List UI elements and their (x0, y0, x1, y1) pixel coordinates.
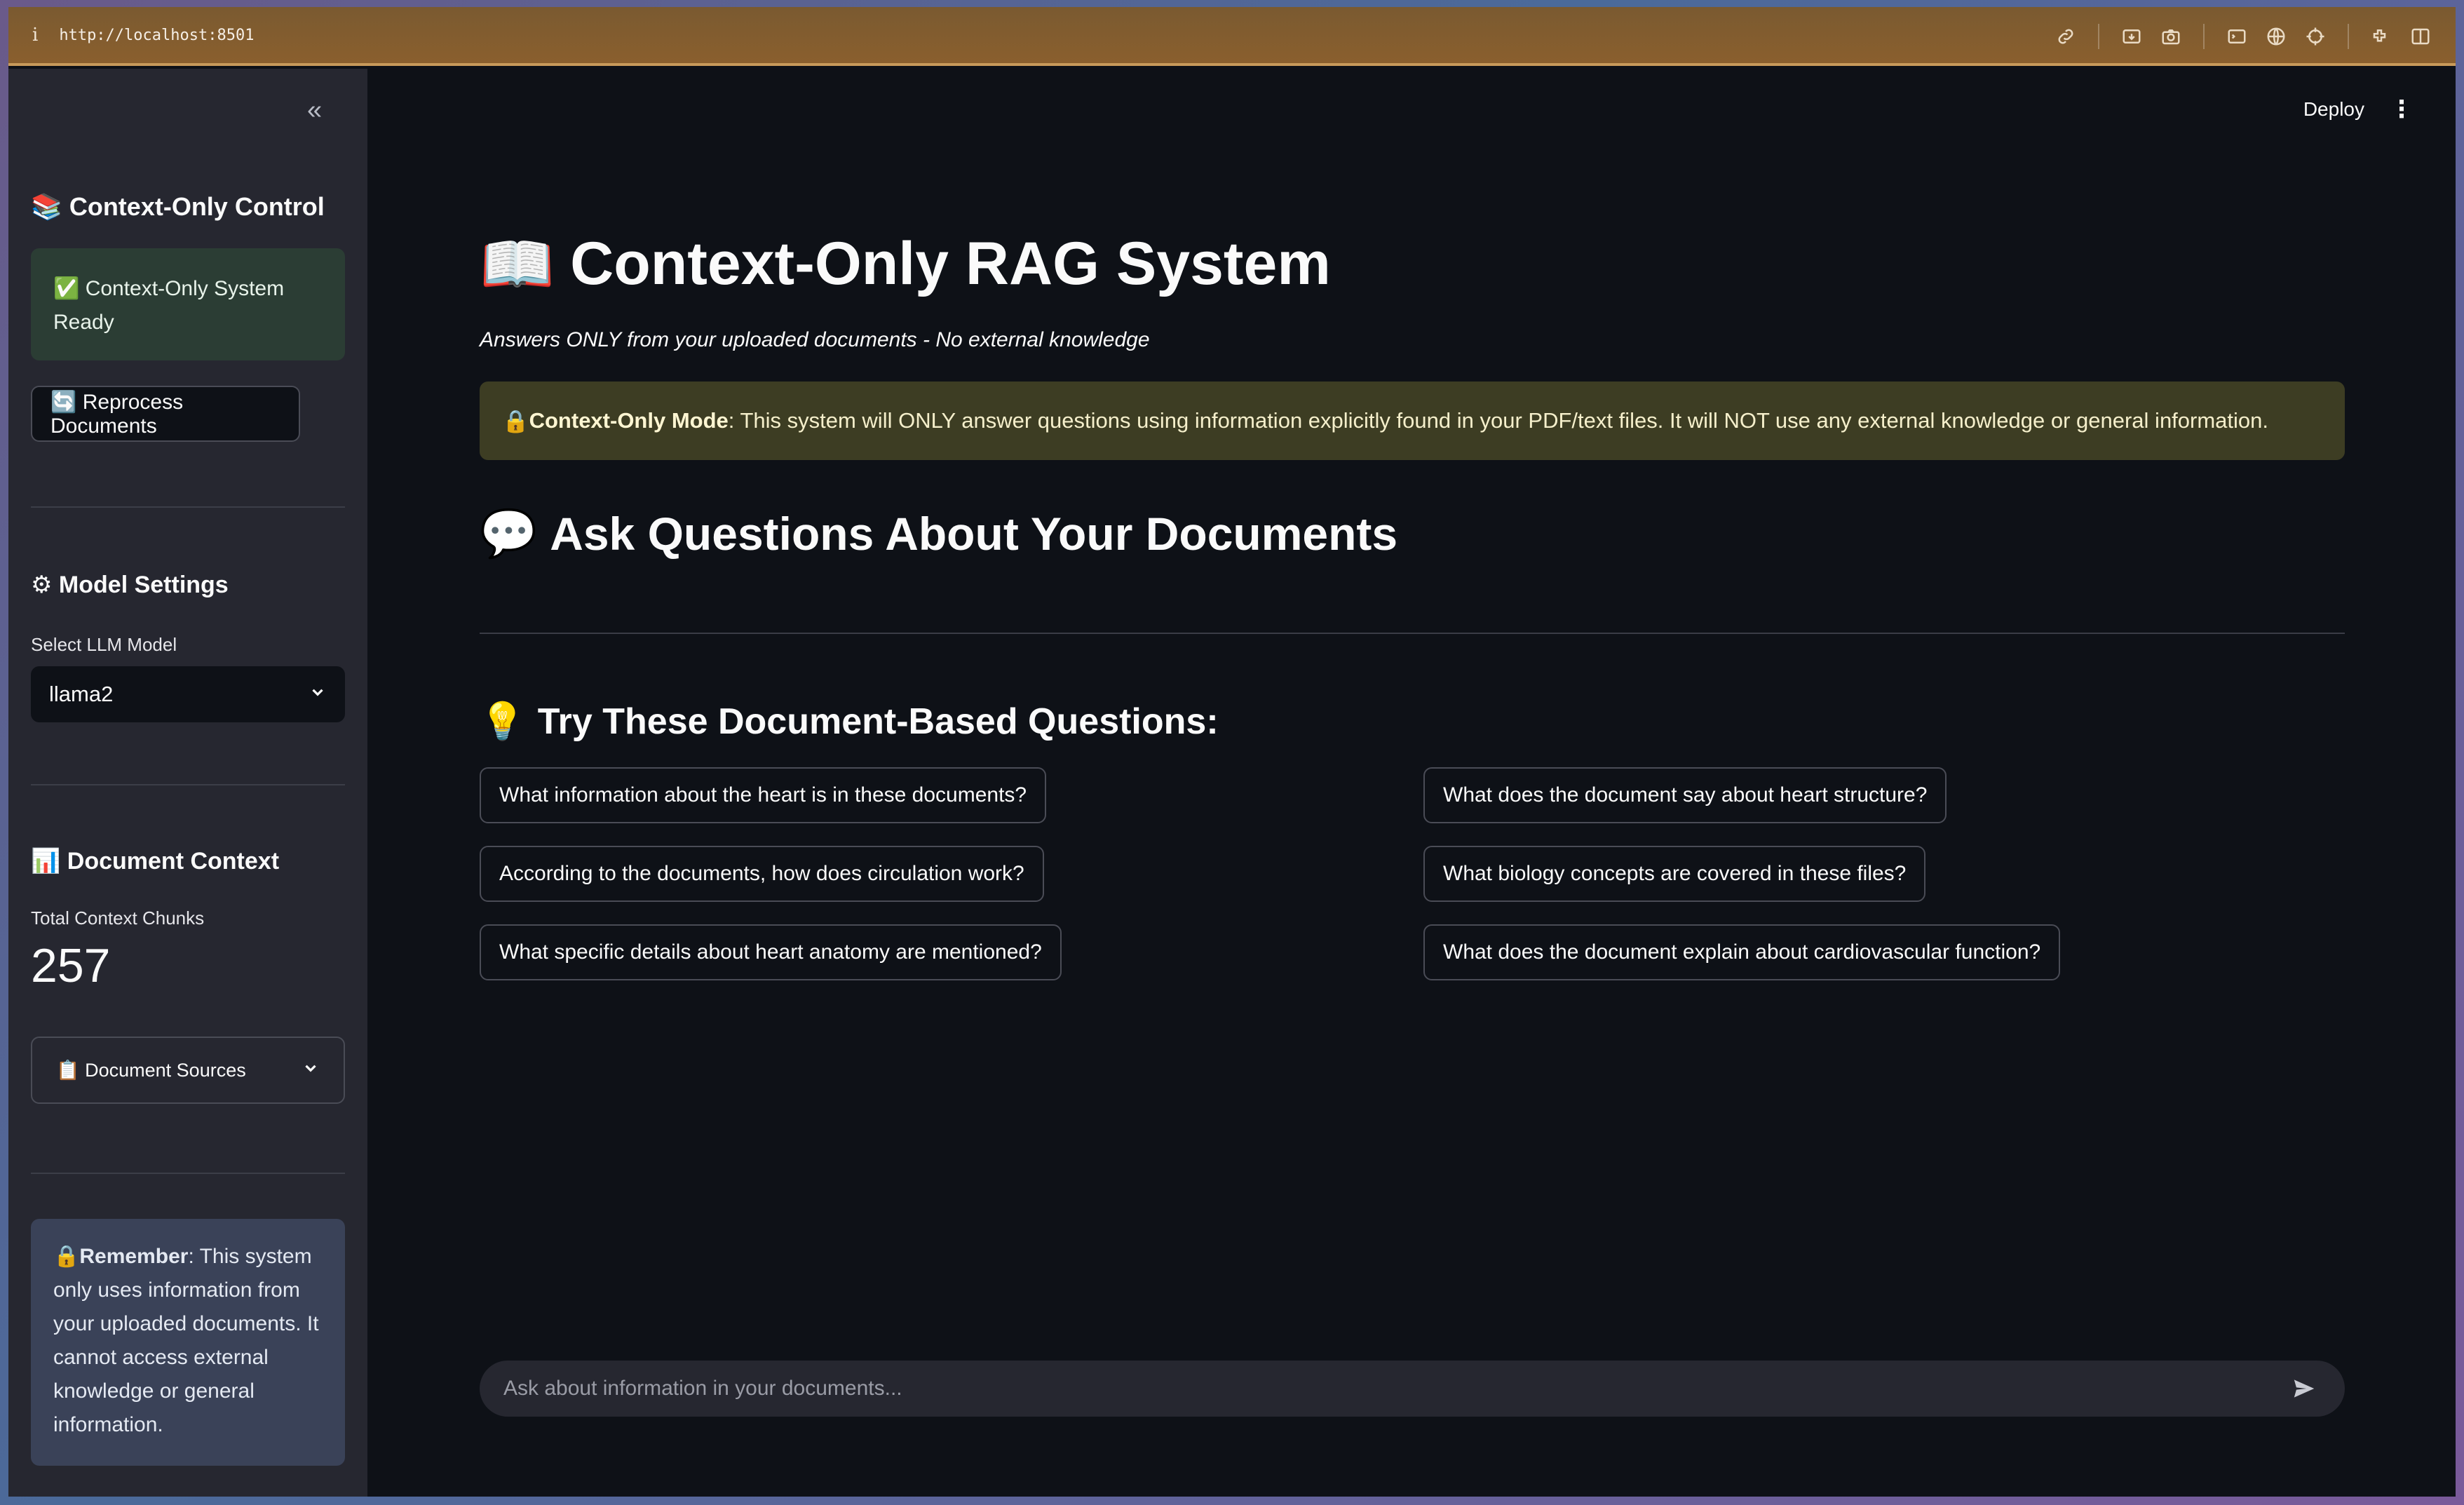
chevron-down-icon (309, 682, 327, 707)
collapse-sidebar-icon[interactable]: « (307, 95, 322, 126)
warning-bold: Context-Only Mode (529, 408, 729, 433)
chat-input[interactable] (503, 1377, 2287, 1401)
document-sources-label: 📋 Document Sources (56, 1060, 246, 1081)
document-context-heading: 📊 Document Context (31, 848, 280, 875)
deploy-button[interactable]: Deploy (2303, 98, 2364, 121)
globe-icon[interactable] (2256, 17, 2296, 56)
send-icon[interactable] (2287, 1372, 2321, 1405)
address-bar[interactable]: http://localhost:8501 (59, 27, 254, 44)
content-divider (480, 633, 2345, 634)
chat-input-bar (480, 1361, 2345, 1417)
model-select[interactable]: llama2 (31, 666, 345, 722)
remember-info-box: 🔒Remember: This system only uses informa… (31, 1219, 345, 1466)
status-success-box: ✅ Context-Only System Ready (31, 248, 345, 360)
crosshair-icon[interactable] (2296, 17, 2335, 56)
browser-window: i http://localhost:8501 « 📚 Context-Only… (8, 7, 2456, 1497)
speech-bubble-icon: 💬 (480, 507, 538, 559)
site-info-icon[interactable]: i (32, 25, 38, 46)
extensions-icon[interactable] (2362, 17, 2401, 56)
document-sources-expander[interactable]: 📋 Document Sources (31, 1037, 345, 1104)
suggested-question-button[interactable]: What does the document explain about car… (1423, 924, 2061, 980)
model-settings-heading: ⚙ Model Settings (31, 572, 229, 598)
remember-text: : This system only uses information from… (53, 1245, 319, 1436)
camera-icon[interactable] (2151, 17, 2191, 56)
toolbar-divider (2098, 24, 2099, 49)
suggested-question-button[interactable]: According to the documents, how does cir… (480, 846, 1044, 902)
chunks-metric-value: 257 (31, 939, 111, 992)
toolbar-divider (2203, 24, 2205, 49)
chunks-label: Total Context Chunks (31, 907, 205, 929)
page-title: 📖 Context-Only RAG System (480, 229, 1331, 299)
suggested-question-button[interactable]: What specific details about heart anatom… (480, 924, 1062, 980)
sidebar: « 📚 Context-Only Control ✅ Context-Only … (8, 69, 367, 1497)
toolbar-divider (2348, 24, 2349, 49)
sidebar-divider (31, 784, 345, 785)
page-title-text: Context-Only RAG System (570, 230, 1331, 297)
browser-tools (2046, 7, 2440, 66)
suggested-question-button[interactable]: What biology concepts are covered in the… (1423, 846, 1926, 902)
lock-icon: 🔒 (502, 408, 529, 433)
model-select-value: llama2 (49, 682, 114, 706)
model-select-label: Select LLM Model (31, 634, 177, 655)
try-questions-heading-text: Try These Document-Based Questions: (537, 701, 1219, 742)
page-subtitle: Answers ONLY from your uploaded document… (480, 328, 1150, 351)
app-header: Deploy ⋮ (367, 69, 2456, 139)
ask-questions-heading-text: Ask Questions About Your Documents (550, 508, 1398, 560)
terminal-icon[interactable] (2217, 17, 2256, 56)
reprocess-documents-button[interactable]: 🔄 Reprocess Documents (31, 386, 300, 442)
ask-questions-heading: 💬 Ask Questions About Your Documents (480, 506, 1397, 561)
book-icon: 📖 (480, 231, 555, 298)
context-control-heading: 📚 Context-Only Control (31, 192, 325, 221)
chevron-down-icon (302, 1059, 320, 1082)
browser-toolbar: i http://localhost:8501 (8, 7, 2456, 66)
try-questions-heading: 💡 Try These Document-Based Questions: (480, 700, 1219, 743)
screenshot-icon[interactable] (2112, 17, 2151, 56)
remember-bold: Remember (79, 1245, 189, 1268)
sidebar-divider (31, 506, 345, 508)
sidebar-divider (31, 1173, 345, 1174)
suggested-question-button[interactable]: What does the document say about heart s… (1423, 767, 1947, 823)
warning-text: : This system will ONLY answer questions… (728, 408, 2269, 433)
main-menu-icon[interactable]: ⋮ (2390, 95, 2414, 123)
suggested-question-button[interactable]: What information about the heart is in t… (480, 767, 1047, 823)
split-view-icon[interactable] (2401, 17, 2440, 56)
status-text: ✅ Context-Only System Ready (53, 277, 285, 334)
link-icon[interactable] (2046, 17, 2085, 56)
lock-icon: 🔒 (53, 1245, 80, 1268)
context-mode-warning: 🔒 Context-Only Mode: This system will ONL… (480, 382, 2345, 460)
lightbulb-icon: 💡 (480, 701, 525, 742)
